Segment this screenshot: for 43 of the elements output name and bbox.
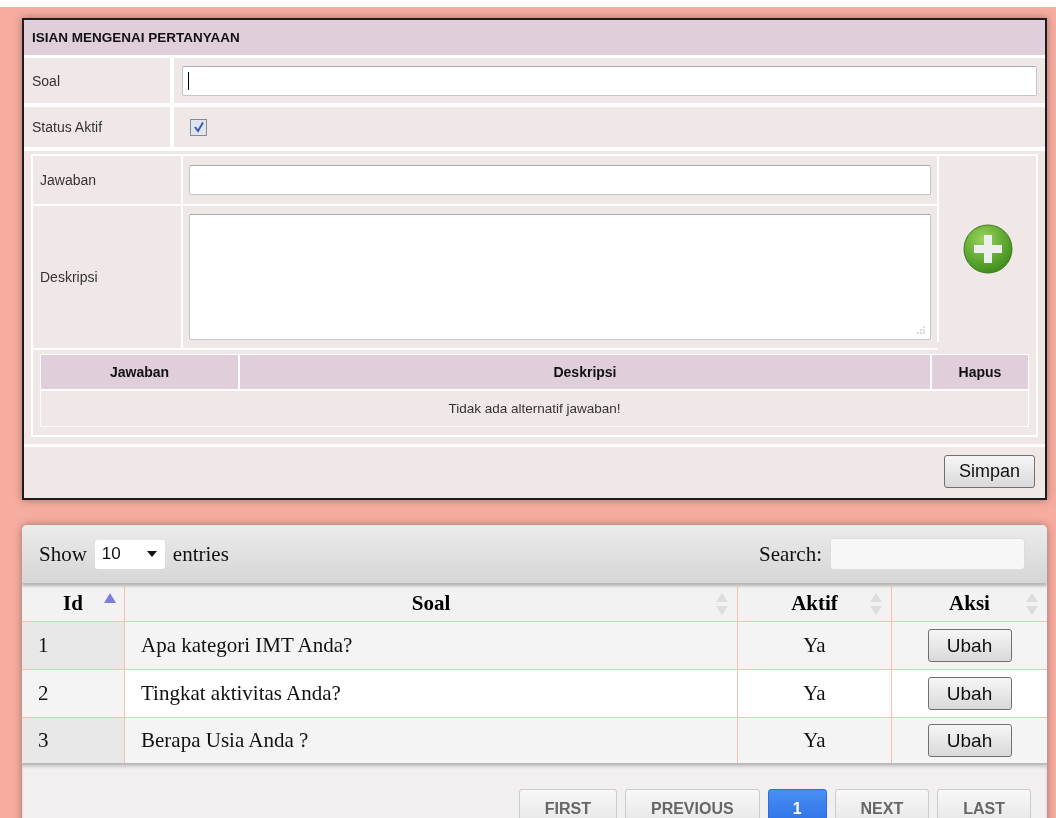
edit-button[interactable]: Ubah (927, 724, 1012, 757)
search-field[interactable] (830, 538, 1025, 570)
table-cell: 1 (22, 622, 125, 669)
column-header[interactable]: Aksi (892, 586, 1047, 621)
edit-button[interactable]: Ubah (927, 677, 1012, 710)
table-cell: Ya (738, 718, 892, 763)
show-label: Show (39, 541, 87, 567)
edit-button[interactable]: Ubah (927, 629, 1012, 662)
column-header[interactable]: Aktif (738, 586, 892, 621)
soal-input-field[interactable] (182, 65, 1037, 96)
column-header: Hapus (932, 355, 1028, 389)
save-button[interactable]: Simpan (943, 455, 1035, 488)
field-label: Soal (32, 72, 61, 89)
pagination-button[interactable]: NEXT (834, 789, 930, 818)
column-header: Deskripsi (240, 355, 932, 389)
table-cell: 2 (22, 670, 125, 717)
field-label: Deskripsi (40, 269, 98, 285)
resize-grip-icon[interactable] (917, 326, 925, 334)
column-header: Jawaban (41, 355, 240, 389)
table-cell: 3 (22, 718, 125, 763)
empty-message: Tidak ada alternatif jawaban! (41, 389, 1028, 426)
pagination-button[interactable]: LAST (937, 789, 1031, 818)
jawaban-input-field[interactable] (189, 165, 931, 195)
field-label: Status Aktif (32, 119, 103, 135)
column-header[interactable]: Id (22, 586, 125, 621)
form-title: ISIAN MENGENAI PERTANYAAN (24, 20, 1045, 58)
column-header[interactable]: Soal (125, 586, 738, 621)
pagination-button[interactable]: FIRST (518, 789, 617, 818)
table-cell: Ya (738, 670, 892, 717)
dropdown-caret-icon (146, 551, 157, 557)
add-icon[interactable] (962, 224, 1013, 274)
table-cell: Tingkat aktivitas Anda? (125, 670, 738, 717)
table-cell: Berapa Usia Anda ? (125, 718, 738, 763)
text-cursor (188, 71, 189, 90)
field-label: Jawaban (40, 172, 97, 188)
pagination-button[interactable]: PREVIOUS (624, 789, 760, 818)
table-cell: Apa kategori IMT Anda? (125, 622, 738, 669)
page-size-select[interactable]: 10 (94, 539, 165, 569)
table-cell: Ya (738, 622, 892, 669)
entries-label: entries (172, 541, 229, 567)
pagination-button[interactable]: 1 (767, 789, 827, 818)
status-checkbox[interactable] (190, 118, 207, 136)
search-label: Search: (759, 541, 822, 567)
